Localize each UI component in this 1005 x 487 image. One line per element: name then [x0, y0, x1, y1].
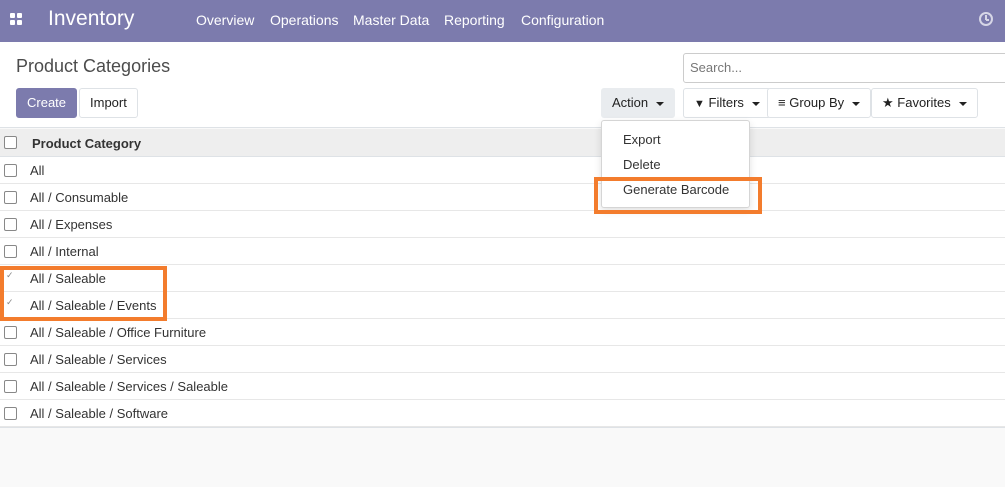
menu-operations[interactable]: Operations — [270, 12, 338, 28]
table-row[interactable]: All / Expenses — [0, 211, 1005, 238]
top-navbar: Inventory Overview Operations Master Dat… — [0, 0, 1005, 42]
row-label: All / Consumable — [30, 190, 129, 205]
star-icon: ★ — [882, 95, 894, 110]
import-button[interactable]: Import — [79, 88, 138, 118]
table-row[interactable]: All / Saleable / Software — [0, 400, 1005, 427]
apps-menu-icon[interactable] — [10, 13, 24, 27]
highlight-selected-rows — [0, 266, 167, 321]
highlight-generate-barcode — [594, 177, 762, 214]
menu-configuration[interactable]: Configuration — [521, 12, 604, 28]
row-checkbox[interactable] — [4, 380, 17, 393]
menu-master-data[interactable]: Master Data — [353, 12, 429, 28]
row-checkbox[interactable] — [4, 353, 17, 366]
table-row[interactable]: All / Saleable / Services — [0, 346, 1005, 373]
caret-down-icon — [656, 101, 665, 106]
app-title[interactable]: Inventory — [48, 7, 134, 31]
favorites-label: Favorites — [897, 95, 951, 110]
menu-item-export[interactable]: Export — [623, 132, 661, 147]
menu-item-delete[interactable]: Delete — [623, 157, 661, 172]
filters-label: Filters — [708, 95, 744, 110]
create-button[interactable]: Create — [16, 88, 78, 118]
row-checkbox[interactable] — [4, 407, 17, 420]
caret-down-icon — [751, 101, 760, 106]
favorites-button[interactable]: ★ Favorites — [871, 88, 978, 118]
row-label: All / Saleable / Services / Saleable — [30, 379, 228, 394]
row-label: All / Saleable / Services — [30, 352, 167, 367]
table-row[interactable]: All / Saleable / Services / Saleable — [0, 373, 1005, 400]
activity-clock-icon[interactable] — [979, 12, 993, 26]
row-checkbox[interactable] — [4, 245, 17, 258]
breadcrumb: Product Categories — [16, 56, 171, 76]
action-label: Action — [612, 95, 649, 110]
row-checkbox[interactable] — [4, 326, 17, 339]
action-dropdown-button[interactable]: Action — [601, 88, 676, 118]
row-label: All / Expenses — [30, 217, 113, 232]
menu-overview[interactable]: Overview — [196, 12, 254, 28]
table-row[interactable]: All / Saleable / Office Furniture — [0, 319, 1005, 346]
row-checkbox[interactable] — [4, 218, 17, 231]
list-icon: ≡ — [778, 95, 786, 110]
select-all-checkbox[interactable] — [4, 136, 17, 149]
search-input[interactable]: Search... — [683, 53, 1005, 83]
table-row[interactable]: All / Consumable — [0, 184, 1005, 211]
row-label: All / Internal — [30, 244, 99, 259]
group-by-button[interactable]: ≡ Group By — [767, 88, 872, 118]
column-header-product-category[interactable]: Product Category — [32, 136, 141, 151]
table-row[interactable]: All — [0, 157, 1005, 184]
row-label: All / Saleable / Software — [30, 406, 169, 421]
row-label: All / Saleable / Office Furniture — [30, 325, 207, 340]
list-header: Product Category — [0, 129, 1005, 157]
caret-down-icon — [958, 101, 967, 106]
control-panel: Product Categories Create Import Search.… — [0, 42, 1005, 128]
caret-down-icon — [852, 101, 861, 106]
filters-button[interactable]: ▼ Filters — [683, 88, 771, 118]
row-checkbox[interactable] — [4, 164, 17, 177]
row-checkbox[interactable] — [4, 191, 17, 204]
filter-icon: ▼ — [694, 98, 705, 110]
table-row[interactable]: All / Internal — [0, 238, 1005, 265]
group-by-label: Group By — [789, 95, 845, 110]
row-label: All — [30, 163, 45, 178]
menu-reporting[interactable]: Reporting — [444, 12, 505, 28]
